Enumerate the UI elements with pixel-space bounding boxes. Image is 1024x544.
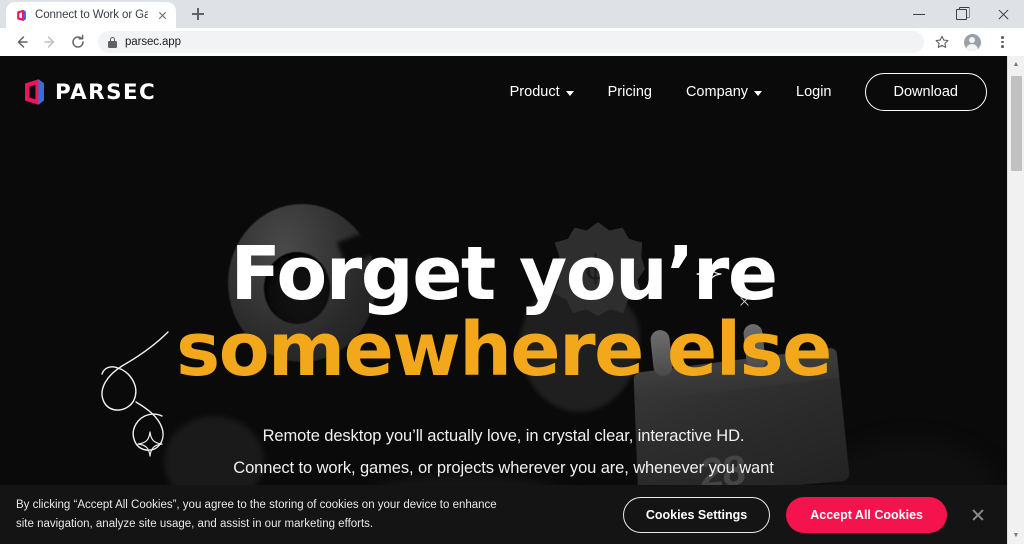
- main-nav: Product Pricing Company Login Download: [493, 73, 987, 111]
- parsec-landing-page: ¢ 28 Forget you’re somewhere else Remote…: [0, 56, 1007, 544]
- subhead-line-1: Remote desktop you’ll actually love, in …: [262, 427, 745, 446]
- nav-item-login[interactable]: Login: [779, 84, 848, 100]
- nav-label-product: Product: [509, 84, 560, 100]
- back-icon[interactable]: [8, 28, 36, 56]
- hero-headline: Forget you’re somewhere else: [176, 231, 832, 393]
- site-header: PARSEC Product Pricing Company Login Dow…: [0, 56, 1007, 128]
- scroll-down-arrow-icon[interactable]: ▼: [1008, 527, 1024, 544]
- download-button[interactable]: Download: [864, 73, 987, 111]
- subhead-line-2: Connect to work, games, or projects wher…: [233, 459, 774, 478]
- logo-wordmark: PARSEC: [55, 80, 157, 104]
- headline-line-2: somewhere else: [176, 306, 832, 393]
- address-bar[interactable]: parsec.app: [98, 31, 924, 53]
- lock-icon: [108, 36, 117, 48]
- nav-item-pricing[interactable]: Pricing: [591, 84, 669, 100]
- scroll-up-arrow-icon[interactable]: ▲: [1008, 56, 1024, 73]
- window-controls: [898, 0, 1024, 28]
- hero-content: Forget you’re somewhere else Remote desk…: [0, 56, 1007, 544]
- minimize-button[interactable]: [898, 0, 940, 28]
- forward-icon[interactable]: [36, 28, 64, 56]
- star-icon[interactable]: [928, 28, 956, 56]
- parsec-cube-logo-icon: [22, 78, 47, 106]
- chevron-down-icon: [565, 90, 574, 96]
- cookie-banner-text: By clicking “Accept All Cookies”, you ag…: [16, 496, 497, 534]
- parsec-cube-icon: [15, 9, 28, 22]
- cookies-settings-button[interactable]: Cookies Settings: [622, 496, 771, 533]
- hero-subheading: Remote desktop you’ll actually love, in …: [233, 420, 774, 484]
- banner-close-icon[interactable]: [967, 504, 989, 526]
- page-scrollbar[interactable]: ▲ ▼: [1007, 56, 1024, 544]
- nav-label-pricing: Pricing: [607, 84, 652, 100]
- browser-tab[interactable]: Connect to Work or Games from: [6, 2, 176, 28]
- browser-toolbar: parsec.app: [0, 28, 1024, 56]
- close-window-button[interactable]: [982, 0, 1024, 28]
- avatar-icon[interactable]: [958, 28, 986, 56]
- parsec-logo[interactable]: PARSEC: [22, 78, 155, 106]
- url-text: parsec.app: [125, 36, 181, 48]
- nav-label-login: Login: [796, 84, 832, 100]
- new-tab-button[interactable]: [185, 1, 211, 27]
- cookie-consent-banner: By clicking “Accept All Cookies”, you ag…: [0, 485, 1007, 544]
- tab-strip: Connect to Work or Games from: [0, 0, 1024, 28]
- cookie-text-line-1: By clicking “Accept All Cookies”, you ag…: [16, 498, 497, 511]
- tab-close-icon[interactable]: [155, 8, 170, 23]
- headline-line-1: Forget you’re: [230, 231, 778, 317]
- nav-item-product[interactable]: Product: [493, 84, 591, 100]
- chevron-down-icon-2: [754, 90, 763, 96]
- page-viewport: ¢ 28 Forget you’re somewhere else Remote…: [0, 56, 1024, 544]
- cookie-text-line-2: site navigation, analyze site usage, and…: [16, 517, 374, 530]
- hero-section: ¢ 28 Forget you’re somewhere else Remote…: [0, 56, 1007, 544]
- kebab-menu-icon[interactable]: [988, 28, 1016, 56]
- accept-all-cookies-button[interactable]: Accept All Cookies: [786, 496, 947, 533]
- reload-icon[interactable]: [64, 28, 92, 56]
- cookie-banner-actions: Cookies Settings Accept All Cookies: [622, 496, 993, 533]
- nav-item-company[interactable]: Company: [669, 84, 779, 100]
- browser-window: Connect to Work or Games from: [0, 0, 1024, 544]
- tab-title: Connect to Work or Games from: [35, 9, 148, 21]
- maximize-button[interactable]: [940, 0, 982, 28]
- scrollbar-thumb[interactable]: [1011, 76, 1022, 171]
- nav-label-company: Company: [685, 84, 749, 100]
- toolbar-right-group: [928, 28, 1016, 56]
